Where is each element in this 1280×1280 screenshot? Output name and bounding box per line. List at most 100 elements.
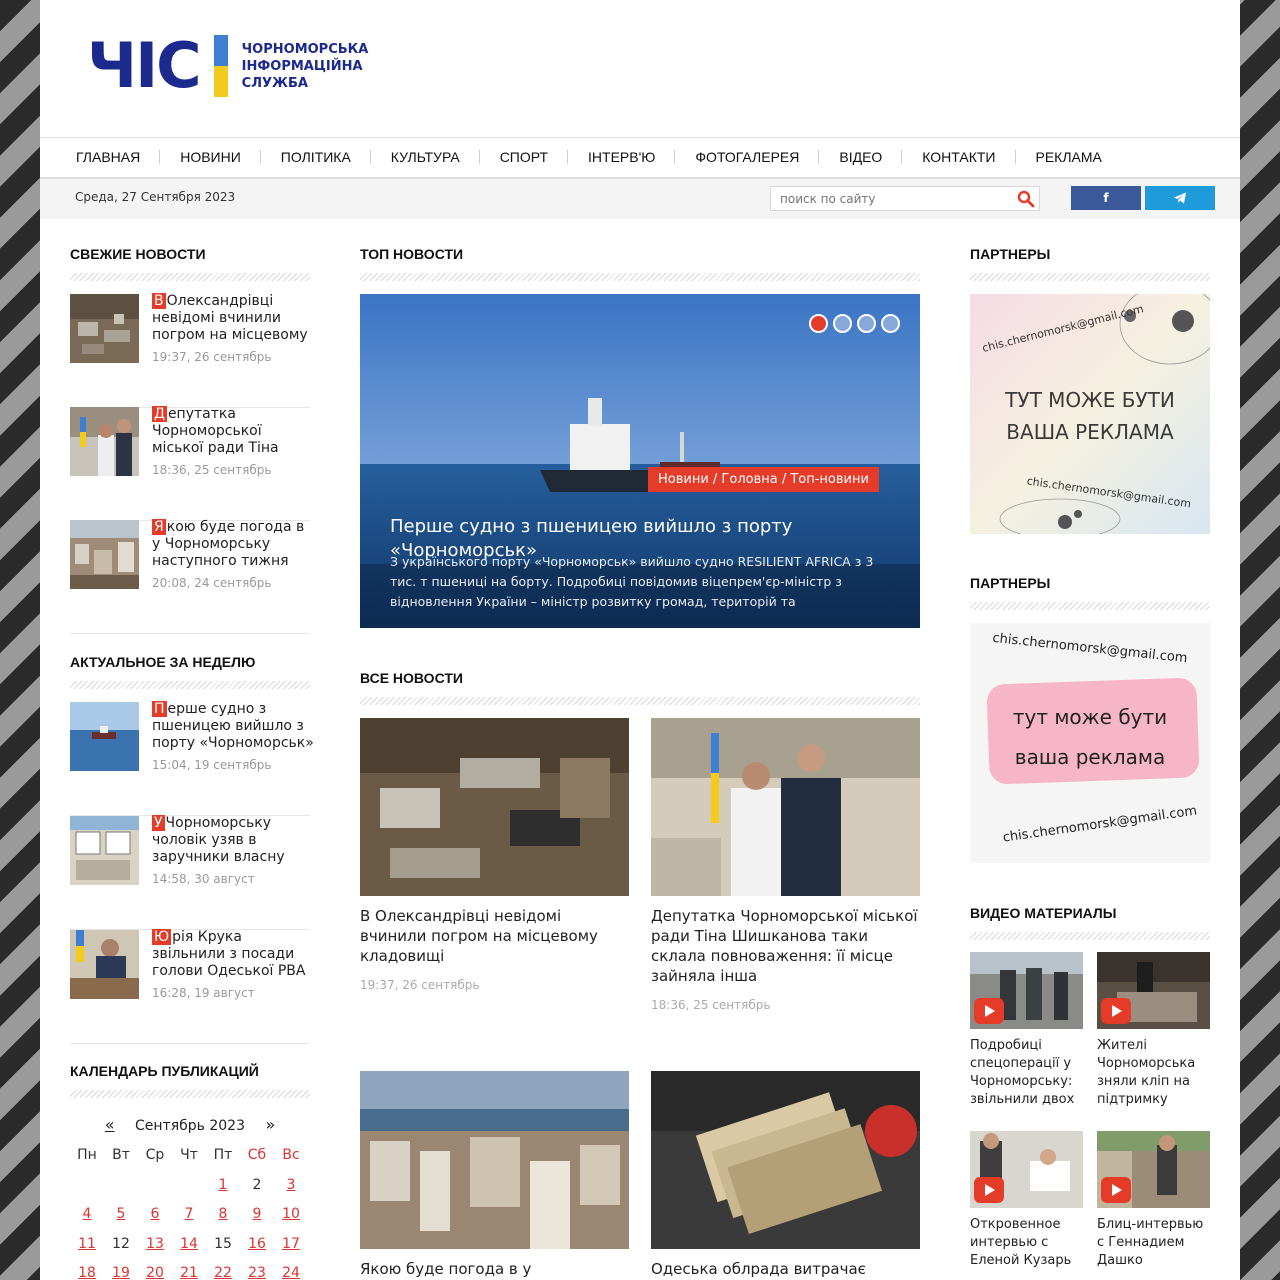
video-item[interactable]: Откровенное интервью с Еленой Кузарь — [970, 1131, 1083, 1270]
weekly-news-item[interactable]: Юрія Крука звільнили з посади голови Оде… — [70, 929, 310, 1044]
slider-dot[interactable] — [881, 314, 900, 333]
calendar-day[interactable]: 18 — [70, 1265, 104, 1280]
video-title: Блиц-интервью с Геннадием Дашко — [1097, 1217, 1204, 1268]
slider-pagination — [809, 314, 900, 333]
partners-heading: ПАРТНЕРЫ — [970, 575, 1051, 591]
fresh-news-item[interactable]: В Олександрівці невідомі вчинили погром н… — [70, 293, 310, 408]
video-title: Откровенное интервью с Еленой Кузарь — [970, 1217, 1072, 1268]
heading-divider — [970, 932, 1210, 940]
partner-ad-banner[interactable]: chis.chernomorsk@gmail.com ТУТ МОЖЕ БУТИ… — [970, 294, 1210, 534]
weekly-news-item[interactable]: Перше судно з пшеницею вийшло з порту «Ч… — [70, 701, 314, 816]
news-title: Якою буде погода в у Чорноморську наступ… — [152, 519, 305, 569]
main-nav: ГЛАВНАЯ НОВИНИ ПОЛІТИКА КУЛЬТУРА СПОРТ І… — [40, 137, 1240, 179]
card-title: Одеська облрада витрачає близько — [651, 1260, 866, 1278]
slider-dot[interactable] — [857, 314, 876, 333]
nav-item-sport[interactable]: СПОРТ — [480, 137, 569, 179]
video-item[interactable]: Блиц-интервью с Геннадием Дашко — [1097, 1131, 1210, 1270]
card-image — [360, 1071, 629, 1249]
heading-divider — [360, 697, 920, 705]
calendar-day[interactable]: 8 — [206, 1206, 240, 1222]
news-card[interactable]: Одеська облрада витрачає близько — [651, 1071, 921, 1280]
facebook-button[interactable]: f — [1071, 186, 1141, 210]
calendar-day[interactable]: 16 — [240, 1236, 274, 1252]
news-title: Юрія Крука звільнили з посади голови Оде… — [152, 929, 306, 979]
calendar-day[interactable]: 7 — [172, 1206, 206, 1222]
top-news-slider[interactable]: Новини / Головна / Топ-новини Перше судн… — [360, 294, 920, 628]
partners-heading: ПАРТНЕРЫ — [970, 246, 1051, 262]
play-icon[interactable] — [1101, 1177, 1131, 1203]
search-input[interactable] — [771, 187, 1001, 210]
nav-item-interview[interactable]: ІНТЕРВ'Ю — [568, 137, 676, 179]
heading-divider — [970, 273, 1210, 281]
calendar-day[interactable]: 24 — [274, 1265, 308, 1280]
calendar-day[interactable]: 20 — [138, 1265, 172, 1280]
nav-item-politics[interactable]: ПОЛІТИКА — [261, 137, 371, 179]
news-time: 16:28, 19 август — [152, 986, 255, 1000]
video-item[interactable]: Подробиці спецоперації у Чорноморську: з… — [970, 952, 1083, 1109]
card-image — [651, 718, 920, 896]
calendar-prev[interactable]: « — [105, 1115, 115, 1134]
news-card[interactable]: Якою буде погода в у — [360, 1071, 630, 1279]
calendar-day: 12 — [112, 1235, 130, 1252]
telegram-button[interactable] — [1145, 186, 1215, 210]
nav-item-video[interactable]: ВІДЕО — [819, 137, 903, 179]
nav-item-news[interactable]: НОВИНИ — [160, 137, 261, 179]
calendar-day[interactable]: 21 — [172, 1265, 206, 1280]
calendar-day[interactable]: 3 — [274, 1177, 308, 1193]
news-card[interactable]: В Олександрівці невідомі вчинили погром … — [360, 718, 630, 992]
telegram-icon — [1174, 192, 1186, 204]
card-time: 19:37, 26 сентябрь — [360, 978, 480, 992]
calendar-day[interactable]: 19 — [104, 1265, 138, 1280]
calendar-day[interactable]: 13 — [138, 1236, 172, 1252]
top-news-heading: ТОП НОВОСТИ — [360, 246, 464, 262]
slider-dot[interactable] — [809, 314, 828, 333]
card-image — [651, 1071, 920, 1249]
fresh-news-item[interactable]: Якою буде погода в у Чорноморську наступ… — [70, 519, 310, 634]
partner-ad-banner[interactable]: chis.chernomorsk@gmail.com тут може бути… — [970, 623, 1210, 863]
nav-item-photogallery[interactable]: ФОТОГАЛЕРЕЯ — [675, 137, 820, 179]
weekly-news-item[interactable]: У Чорноморську чоловік узяв в заручники в… — [70, 815, 310, 930]
nav-item-culture[interactable]: КУЛЬТУРА — [371, 137, 480, 179]
calendar-day[interactable]: 22 — [206, 1265, 240, 1280]
calendar-day[interactable]: 10 — [274, 1206, 308, 1222]
news-time: 18:36, 25 сентябрь — [152, 463, 272, 477]
card-title: Депутатка Чорноморської міської ради Тін… — [651, 907, 918, 985]
video-item[interactable]: Жителі Чорноморська зняли кліп на підтри… — [1097, 952, 1210, 1109]
news-time: 14:58, 30 август — [152, 872, 255, 886]
news-title: Депутатка Чорноморської міської ради Тін… — [152, 406, 279, 456]
calendar-weekday: Вт — [112, 1147, 130, 1163]
ad-email: chis.chernomorsk@gmail.com — [991, 630, 1189, 667]
calendar-month: Сентябрь 2023 — [135, 1118, 245, 1134]
news-thumbnail — [70, 930, 139, 999]
search-icon[interactable] — [1017, 190, 1035, 208]
slide-categories[interactable]: Новини / Головна / Топ-новини — [648, 467, 879, 492]
news-card[interactable]: Депутатка Чорноморської міської ради Тін… — [651, 718, 921, 1012]
calendar-day[interactable]: 9 — [240, 1206, 274, 1222]
calendar-day[interactable]: 11 — [70, 1236, 104, 1252]
calendar-day[interactable]: 4 — [70, 1206, 104, 1222]
play-icon[interactable] — [1101, 998, 1131, 1024]
current-date: Среда, 27 Сентября 2023 — [75, 190, 236, 204]
calendar-weekday: Пт — [213, 1147, 233, 1163]
slider-dot[interactable] — [833, 314, 852, 333]
site-logo[interactable]: ЧІС ЧОРНОМОРСЬКА ІНФОРМАЦІЙНА СЛУЖБА — [87, 34, 368, 98]
heading-divider — [970, 602, 1210, 610]
calendar-day[interactable]: 23 — [240, 1265, 274, 1280]
play-icon[interactable] — [974, 1177, 1004, 1203]
calendar-day[interactable]: 17 — [274, 1236, 308, 1252]
heading-divider — [70, 1090, 310, 1098]
logo-mark: ЧІС — [87, 29, 202, 102]
news-title: Перше судно з пшеницею вийшло з порту «Ч… — [152, 701, 314, 751]
calendar-day[interactable]: 1 — [206, 1177, 240, 1193]
calendar-weekday: Вс — [282, 1147, 300, 1163]
nav-item-contacts[interactable]: КОНТАКТИ — [902, 137, 1016, 179]
calendar-day[interactable]: 5 — [104, 1206, 138, 1222]
calendar-day[interactable]: 6 — [138, 1206, 172, 1222]
nav-item-advertising[interactable]: РЕКЛАМА — [1016, 137, 1122, 179]
calendar-day[interactable]: 14 — [172, 1236, 206, 1252]
play-icon[interactable] — [974, 998, 1004, 1024]
fresh-news-item[interactable]: Депутатка Чорноморської міської ради Тін… — [70, 406, 310, 521]
nav-item-home[interactable]: ГЛАВНАЯ — [56, 137, 161, 179]
facebook-icon: f — [1103, 191, 1109, 205]
calendar-next[interactable]: » — [265, 1115, 275, 1134]
